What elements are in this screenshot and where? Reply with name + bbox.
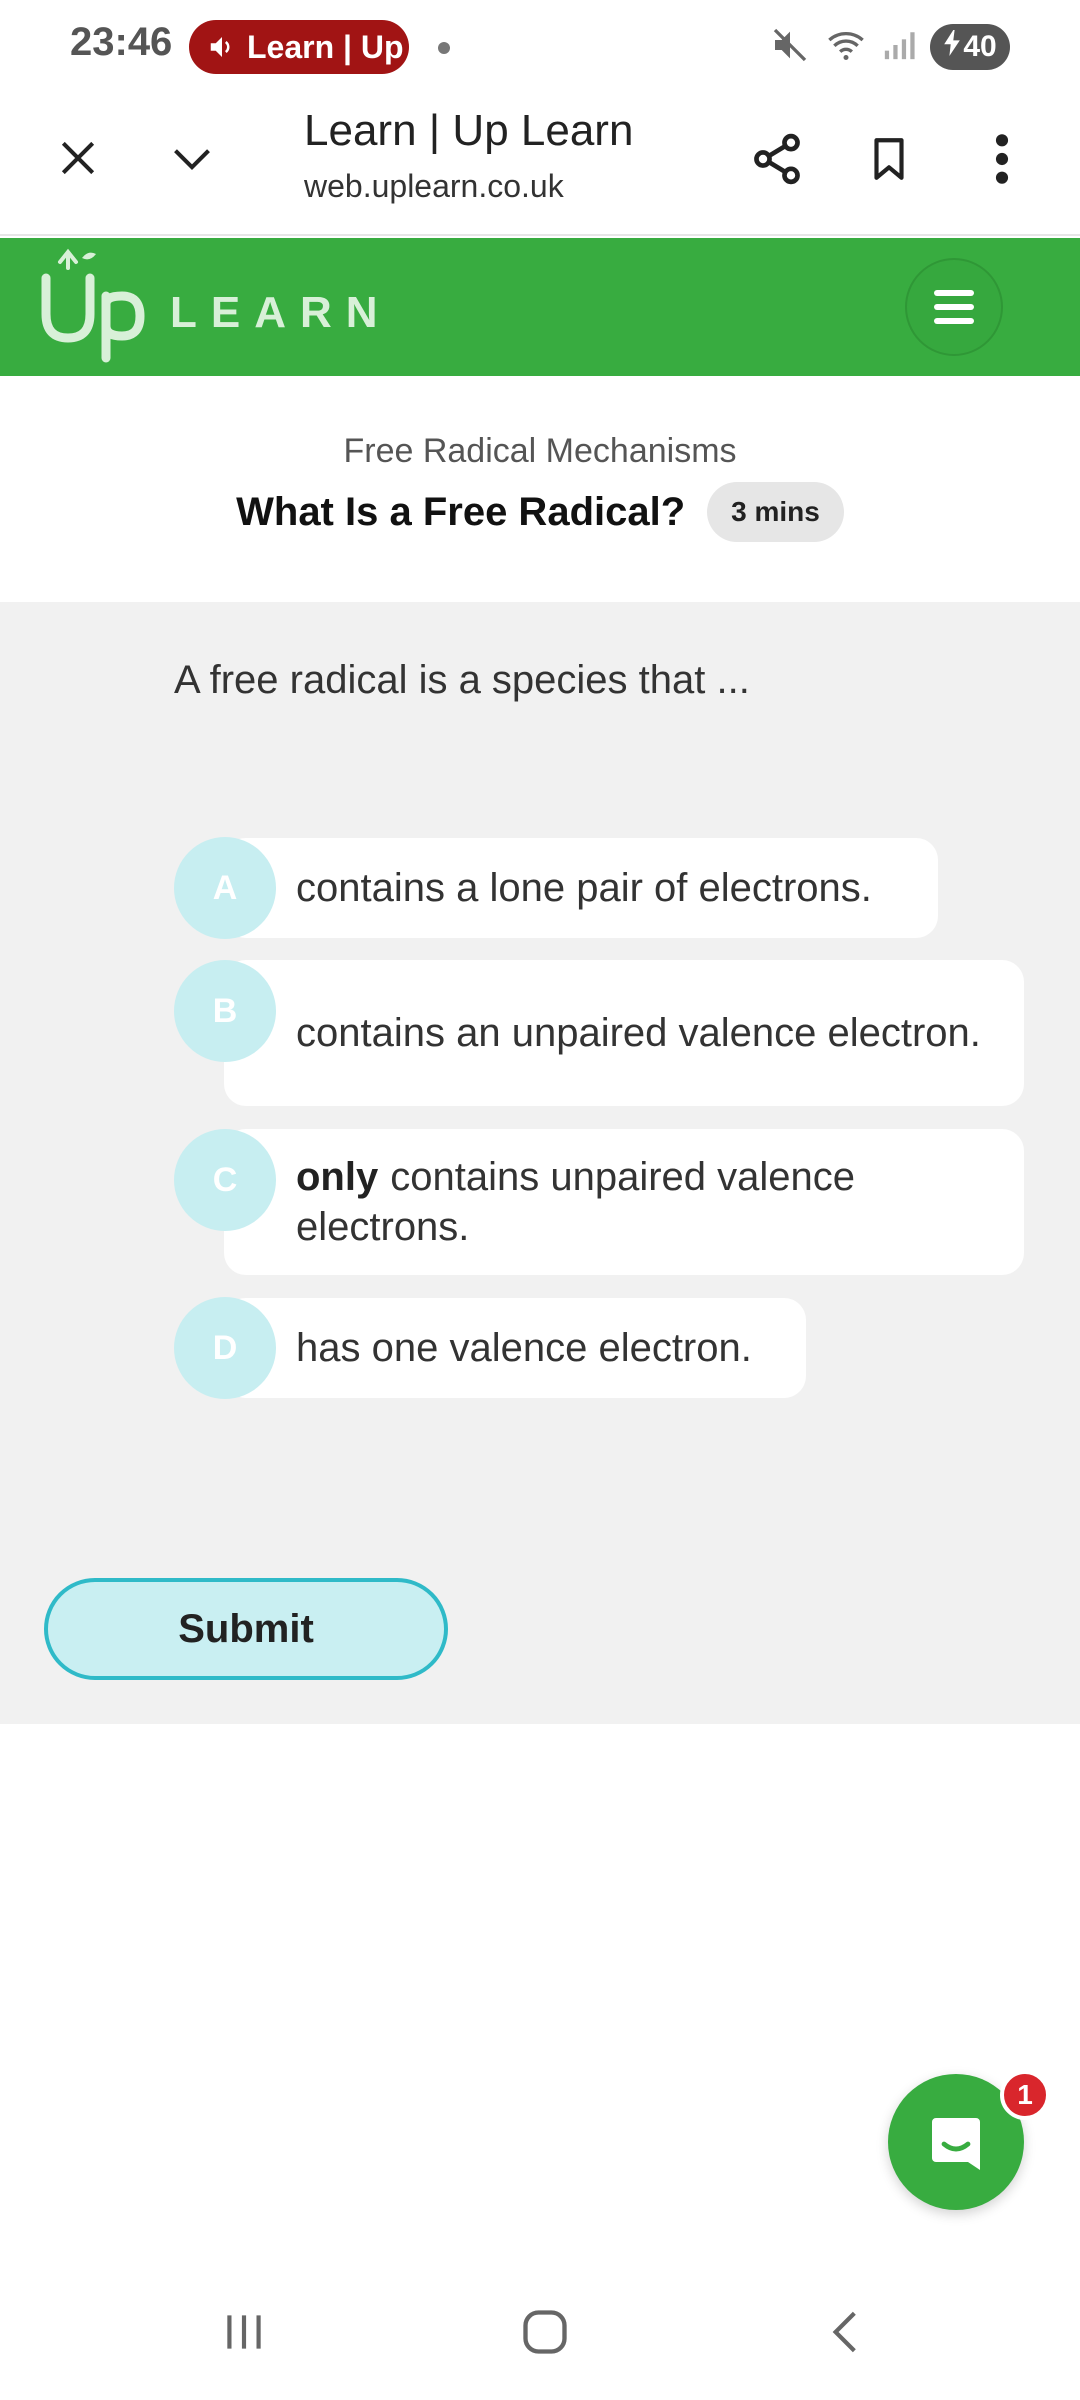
submit-button[interactable]: Submit <box>44 1578 448 1680</box>
app-header: LEARN <box>0 238 1080 376</box>
signal-icon <box>882 25 916 70</box>
answer-option-text: contains a lone pair of electrons. <box>296 866 872 910</box>
battery-indicator: 40 <box>930 24 1010 70</box>
answer-option-c[interactable]: only contains unpaired valence electrons. <box>224 1129 1024 1275</box>
recent-apps-icon[interactable] <box>204 2292 284 2372</box>
mute-icon <box>770 25 810 70</box>
browser-toolbar: Learn | Up Learn web.uplearn.co.uk <box>0 92 1080 236</box>
home-icon[interactable] <box>505 2292 585 2372</box>
wifi-icon <box>824 25 868 70</box>
answer-option-text: has one valence electron. <box>296 1326 752 1370</box>
media-playing-pill[interactable]: Learn | Up <box>189 20 409 74</box>
up-learn-logo[interactable]: LEARN <box>38 246 392 366</box>
close-icon[interactable] <box>48 128 108 188</box>
chat-icon <box>932 2118 980 2170</box>
up-logo-mark-icon <box>41 248 145 363</box>
question-panel: A free radical is a species that ... con… <box>0 602 1080 1724</box>
logo-word: LEARN <box>170 288 392 337</box>
lesson-title-row: What Is a Free Radical? 3 mins <box>0 482 1080 542</box>
chevron-down-icon[interactable] <box>160 128 224 188</box>
answer-option-a[interactable]: contains a lone pair of electrons. <box>224 838 938 938</box>
status-time: 23:46 <box>70 20 173 64</box>
status-icons: 40 <box>770 22 1010 72</box>
browser-url[interactable]: web.uplearn.co.uk <box>304 168 564 205</box>
charging-bolt-icon <box>943 30 961 64</box>
system-nav-bar <box>0 2262 1080 2400</box>
answer-letter-d[interactable]: D <box>174 1297 276 1399</box>
speaker-icon <box>207 32 237 62</box>
answer-option-text: contains an unpaired valence electron. <box>296 1011 981 1055</box>
question-prompt: A free radical is a species that ... <box>174 658 750 702</box>
answer-option-b[interactable]: contains an unpaired valence electron. <box>224 960 1024 1106</box>
lesson-title: What Is a Free Radical? <box>236 489 686 534</box>
answer-letter-c[interactable]: C <box>174 1129 276 1231</box>
answer-option-d[interactable]: has one valence electron. <box>224 1298 806 1398</box>
browser-page-title[interactable]: Learn | Up Learn <box>304 106 633 156</box>
answer-letter-a[interactable]: A <box>174 837 276 939</box>
answer-option-text: contains unpaired valence electrons. <box>296 1155 855 1249</box>
answer-option-emphasis: only <box>296 1155 379 1199</box>
notification-dot-icon <box>438 42 450 54</box>
hamburger-icon <box>934 290 974 324</box>
more-options-icon[interactable] <box>972 126 1032 192</box>
back-icon[interactable] <box>806 2292 886 2372</box>
answer-letter-b[interactable]: B <box>174 960 276 1062</box>
bookmark-icon[interactable] <box>856 126 922 192</box>
chat-unread-badge: 1 <box>1000 2070 1050 2120</box>
lesson-header: Free Radical Mechanisms What Is a Free R… <box>0 376 1080 602</box>
share-icon[interactable] <box>744 126 810 192</box>
hamburger-menu-button[interactable] <box>905 258 1003 356</box>
lesson-topic: Free Radical Mechanisms <box>343 432 737 470</box>
battery-level: 40 <box>963 30 997 63</box>
duration-badge: 3 mins <box>707 482 844 542</box>
status-bar: 23:46 Learn | Up 40 <box>0 0 1080 92</box>
media-label: Learn | Up <box>247 28 404 65</box>
